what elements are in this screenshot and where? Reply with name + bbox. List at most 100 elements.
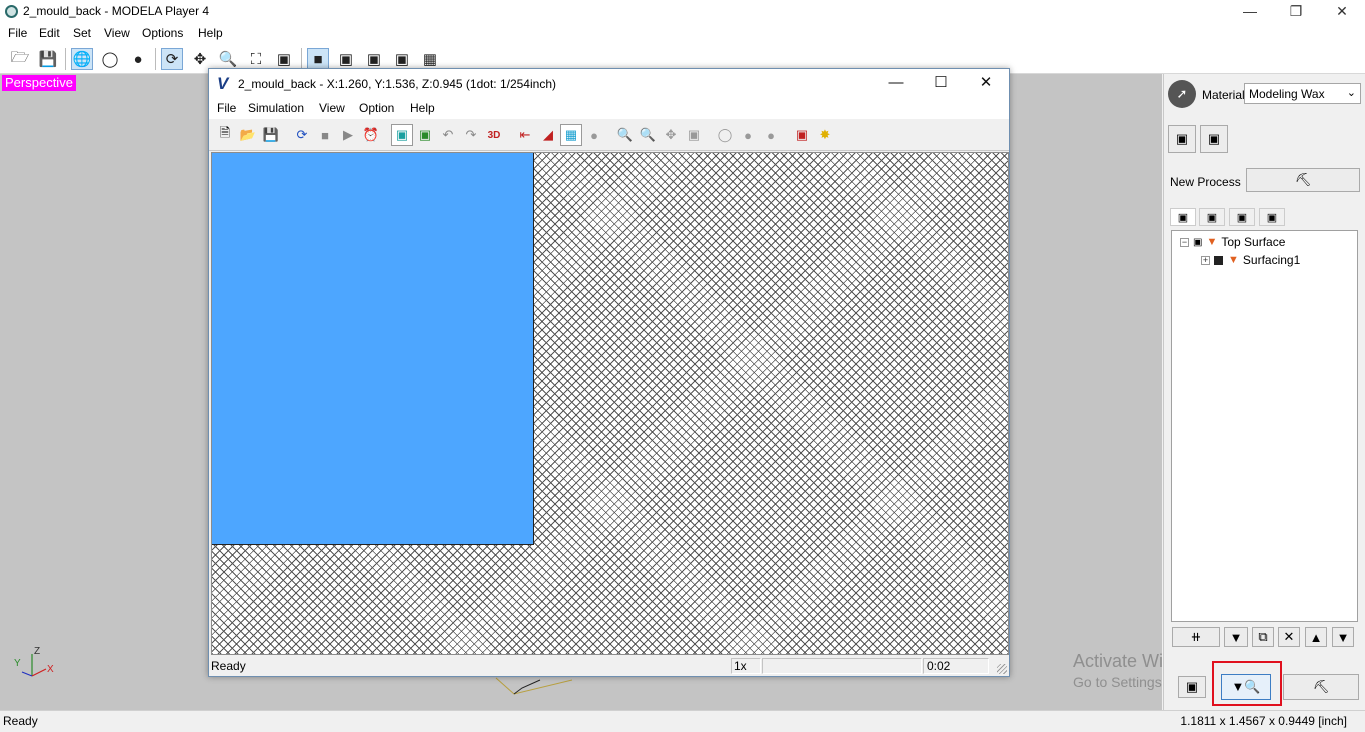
resize-grip-icon[interactable] [997,664,1007,674]
workpiece-preview [212,153,534,545]
simulation-window: V 2_mould_back - X:1.260, Y:1.536, Z:0.9… [208,68,1010,677]
menu-set[interactable]: Set [73,26,91,40]
circle-icon[interactable]: ● [583,124,605,146]
sim-speed: 1x [734,659,747,673]
fit-icon[interactable]: ⛶ [245,48,267,70]
tool-path-icon[interactable]: ↶ [437,124,459,146]
zoom-icon[interactable]: 🔍 [217,48,239,70]
tab-view-4[interactable]: ▣ [1259,208,1285,226]
move-up-button[interactable]: ▲ [1305,627,1327,647]
simulation-titlebar: V 2_mould_back - X:1.260, Y:1.536, Z:0.9… [209,69,1009,99]
view-cube-right-icon[interactable]: ▣ [363,48,385,70]
four-views-icon[interactable]: ▦ [419,48,441,70]
material-select[interactable]: Modeling Wax ⌄ [1244,83,1361,104]
view-cube-front-icon[interactable]: ■ [307,48,329,70]
sim-menu-help[interactable]: Help [410,101,435,115]
simulation-menubar: File Simulation View Option Help [209,99,1009,119]
sim-status-text: Ready [211,659,246,673]
zoom-fit-icon[interactable]: ✥ [660,124,682,146]
sim-menu-simulation[interactable]: Simulation [248,101,304,115]
globe-icon[interactable]: ◯ [99,48,121,70]
sim-menu-file[interactable]: File [217,101,236,115]
zoom-box-icon[interactable]: ▣ [273,48,295,70]
tree-item-surfacing1[interactable]: + ▼ Surfacing1 [1201,252,1300,268]
play-icon[interactable]: ▶ [337,124,359,146]
sim-maximize-button[interactable]: ☐ [918,69,964,99]
3d-view-icon[interactable]: 3D [483,124,505,146]
menu-view[interactable]: View [104,26,130,40]
cut-direction-icon[interactable]: ⇤ [514,124,536,146]
open-icon[interactable]: 🗁 [9,48,31,70]
reload-icon[interactable]: ⟳ [291,124,313,146]
preview-button[interactable]: ▣ [1178,676,1206,698]
layers-icon[interactable]: ▣ [414,124,436,146]
expand-icon[interactable]: + [1201,255,1210,265]
axis-x-label: X [47,664,54,675]
menu-edit[interactable]: Edit [39,26,60,40]
workpiece-view-button[interactable]: ▣ [1200,125,1228,153]
zoom-out-icon[interactable]: 🔍 [637,124,659,146]
status-bar: Ready 1.1811 x 1.4567 x 0.9449 [inch] [0,710,1365,732]
open-folder-icon[interactable]: 📂 [237,124,259,146]
cut-button[interactable]: ⛏ [1283,674,1359,700]
zoom-in-icon[interactable]: 🔍 [614,124,636,146]
display-workpiece-icon[interactable]: ▣ [391,124,413,146]
axis-y-label: Y [14,658,21,669]
tab-view-1[interactable]: ▣ [1170,208,1196,226]
minimize-button[interactable]: — [1227,0,1273,24]
app-title: 2_mould_back - MODELA Player 4 [23,4,210,18]
stop-icon[interactable]: ■ [314,124,336,146]
menu-help[interactable]: Help [198,26,223,40]
light-icon[interactable]: ✸ [814,124,836,146]
simulation-canvas[interactable] [211,152,1009,655]
move-down-button[interactable]: ▼ [1332,627,1354,647]
tree-item-top-surface[interactable]: − ▣ ▼ Top Surface [1180,234,1285,250]
zoom-all-icon[interactable]: ▣ [683,124,705,146]
sim-minimize-button[interactable]: — [873,69,919,99]
simulation-title: 2_mould_back - X:1.260, Y:1.536, Z:0.945… [238,77,556,91]
tab-view-2[interactable]: ▣ [1199,208,1225,226]
color-swatch-icon [1214,255,1223,265]
menu-file[interactable]: File [8,26,27,40]
rotate-icon[interactable]: ⟳ [161,48,183,70]
sim-menu-view[interactable]: View [319,101,345,115]
chevron-down-icon: ⌄ [1346,87,1356,99]
wireframe-sphere-icon[interactable]: 🌐 [71,48,93,70]
tool-check-button[interactable]: ▼ [1224,627,1248,647]
view-cube-top-icon[interactable]: ▣ [335,48,357,70]
timer-icon[interactable]: ⏰ [360,124,382,146]
simulation-toolbar: 🗎 📂 💾 ⟳ ■ ▶ ⏰ ▣ ▣ ↶ ↷ 3D ⇤ ◢ ▦ ● 🔍 🔍 ✥ ▣… [209,119,1009,151]
sim-menu-option[interactable]: Option [359,101,394,115]
new-file-icon[interactable]: 🗎 [214,124,236,146]
delete-button[interactable]: ✕ [1278,627,1300,647]
import-icon[interactable]: 💾 [260,124,282,146]
color-icon[interactable]: ◢ [537,124,559,146]
cutter-icon: ▼ [1206,236,1218,248]
new-process-button[interactable]: ⛏ [1246,168,1360,192]
pan-icon[interactable]: ✥ [189,48,211,70]
new-process-label: New Process [1170,175,1241,189]
material-icon[interactable]: ➚ [1168,80,1196,108]
shaded-sphere-icon[interactable]: ● [127,48,149,70]
light-off-icon[interactable]: ◯ [714,124,736,146]
restore-button[interactable]: ❐ [1273,0,1319,24]
material-color-icon[interactable]: ▣ [791,124,813,146]
tool-path-2-icon[interactable]: ↷ [460,124,482,146]
tree-item-label: Top Surface [1221,235,1286,249]
path-settings-button[interactable]: ⧺ [1172,627,1220,647]
menu-options[interactable]: Options [142,26,183,40]
collapse-icon[interactable]: − [1180,237,1189,247]
copy-button[interactable]: ⧉ [1252,627,1274,647]
sim-close-button[interactable]: ✕ [963,69,1009,99]
shade-icon[interactable]: ● [737,124,759,146]
close-button[interactable]: ✕ [1319,0,1365,24]
tab-view-3[interactable]: ▣ [1229,208,1255,226]
material-value: Modeling Wax [1249,87,1325,101]
model-view-button[interactable]: ▣ [1168,125,1196,153]
perspective-label: Perspective [2,75,76,91]
sphere-icon[interactable]: ● [760,124,782,146]
sim-time: 0:02 [927,659,951,673]
save-icon[interactable]: 💾 [37,48,59,70]
view-cube-iso-icon[interactable]: ▣ [391,48,413,70]
grid-icon[interactable]: ▦ [560,124,582,146]
